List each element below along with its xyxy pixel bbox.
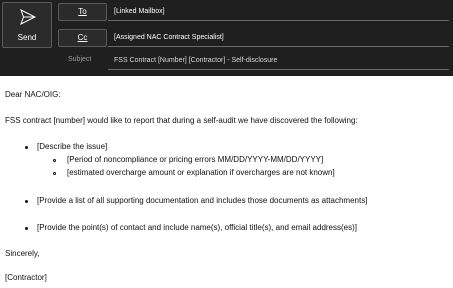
to-field[interactable]: [Linked Mailbox] [108,3,449,21]
message-body[interactable]: Dear NAC/OIG: FSS contract [number] woul… [0,76,453,288]
bullet-dot [25,200,28,203]
bullet-contacts: [Provide the point(s) of contact and inc… [37,223,357,232]
subject-label: Subject [68,56,92,63]
sub-bullet-dot [53,159,56,162]
greeting: Dear NAC/OIG: [5,90,61,99]
send-icon [20,9,36,25]
sub-item-overcharge: [estimated overcharge amount or explanat… [67,168,335,177]
bullet-dot [25,227,28,230]
intro-text: FSS contract [number] would like to repo… [5,116,358,125]
send-label: Send [17,33,37,42]
closing: Sincerely, [5,249,40,258]
compose-header: Send To [Linked Mailbox] Cc [Assigned NA… [0,0,453,76]
send-button[interactable]: Send [2,2,52,48]
sub-bullet-dot [53,172,56,175]
cc-button[interactable]: Cc [58,29,107,47]
to-button[interactable]: To [58,3,107,21]
sub-item-period: [Period of noncompliance or pricing erro… [67,155,324,164]
cc-field[interactable]: [Assigned NAC Contract Specialist] [108,29,449,47]
bullet-documentation: [Provide a list of all supporting docume… [37,196,368,205]
signature: [Contractor] [5,273,47,282]
subject-field[interactable]: FSS Contract [Number] [Contractor] - Sel… [108,52,449,70]
bullet-dot [25,146,28,149]
bullet-issue: [Describe the issue] [37,142,108,151]
